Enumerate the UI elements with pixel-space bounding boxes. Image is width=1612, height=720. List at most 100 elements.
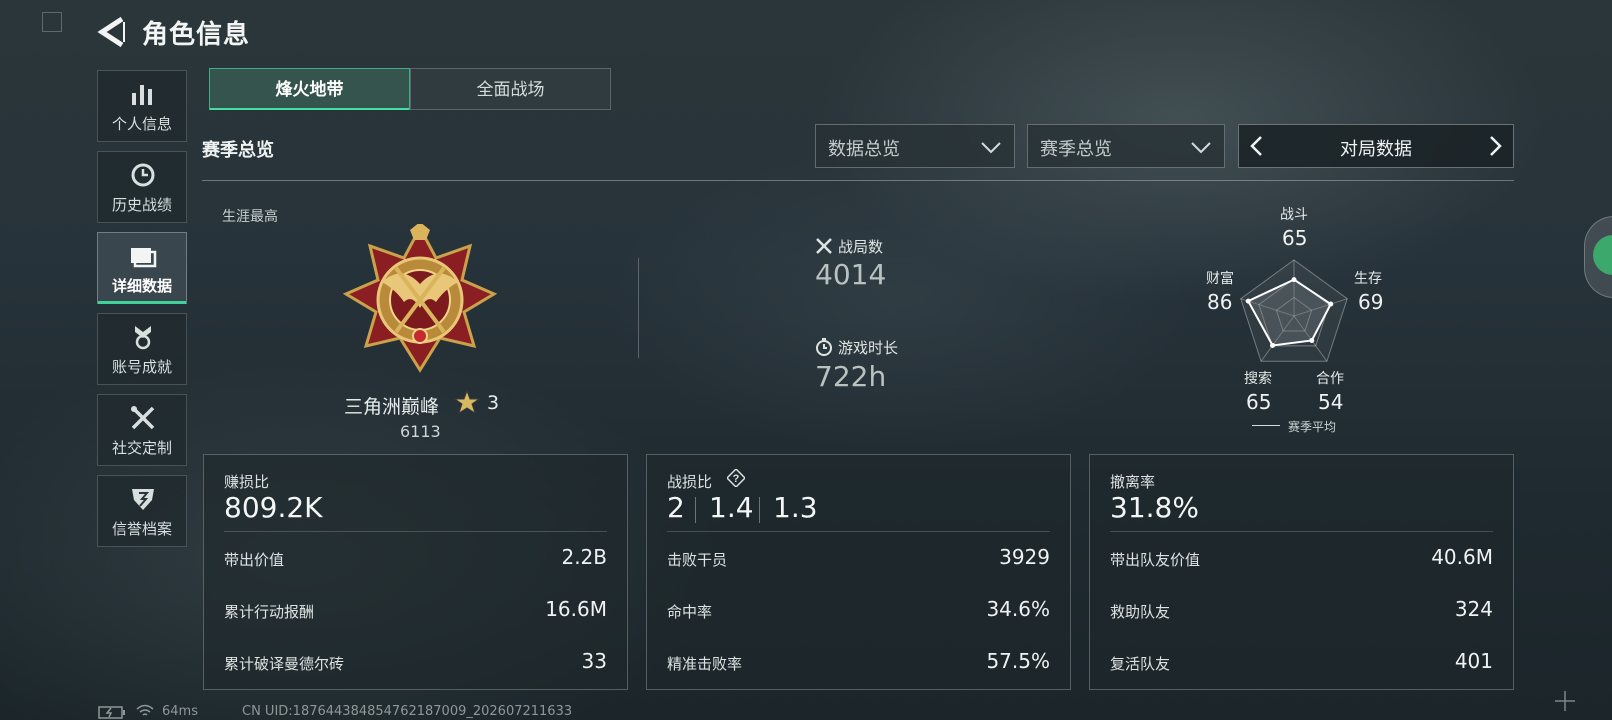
kd-card: 战损比 ? 2 1.4 1.3 击败干员 3929 命中率 34.6% 精准击败… [646,454,1071,690]
section-title: 赛季总览 [202,140,274,161]
chevron-down-icon [981,142,1001,154]
card-title: 撤离率 [1110,473,1156,491]
rank-score: 6113 [400,422,441,441]
radar-point [1245,298,1251,304]
uid-text: CN UID:1876443848547621870​09_2026072116… [242,704,573,719]
row-label: 带出队友价值 [1110,551,1201,569]
tab-warzone[interactable]: 烽火地带 [209,68,410,110]
card-divider [667,531,1050,532]
row-value: 16.6M [545,597,607,621]
radar-value-combat: 65 [1282,226,1308,250]
kd-value-1: 2 [667,491,685,524]
radar-value-cooperation: 54 [1318,390,1344,414]
sidebar-item-label: 历史战绩 [111,196,172,214]
stat-row: 命中率 34.6% [667,597,1050,625]
chevron-right-icon[interactable] [1489,135,1503,157]
radar-label-cooperation: 合作 [1316,371,1344,387]
season-dropdown[interactable]: 赛季总览 [1027,124,1225,168]
row-value: 34.6% [986,597,1050,621]
sidebar-item-detailed-data[interactable]: 详细数据 [97,232,187,304]
stat-row: 复活队友 401 [1110,649,1493,677]
dropdown-value: 数据总览 [828,139,900,160]
medal-icon [135,326,151,350]
card-title: 战损比 [667,473,713,491]
sidebar-item-label: 社交定制 [111,439,172,457]
row-value: 57.5% [986,649,1050,673]
back-arrow-icon[interactable] [96,16,126,48]
stat-row: 累计破译曼德尔砖 33 [224,649,607,677]
tab-full-battlefield[interactable]: 全面战场 [410,68,611,110]
matches-value: 4014 [815,258,887,291]
row-label: 救助队友 [1110,603,1171,621]
row-label: 带出价值 [224,551,285,569]
radar-label-survival: 生存 [1354,271,1382,287]
section-divider [202,180,1514,181]
card-main-value: 809.2K [224,491,323,524]
battery-icon [98,706,125,719]
sidebar-item-achievements[interactable]: 账号成就 [97,313,187,385]
rank-star-count: 3 [487,392,500,414]
row-value: 40.6M [1431,545,1493,569]
profit-card: 赚损比 809.2K 带出价值 2.2B 累计行动报酬 16.6M 累计破译曼德… [203,454,628,690]
radar-label-wealth: 财富 [1206,271,1234,287]
help-icon[interactable]: ? [727,469,745,487]
tools-icon [131,406,155,430]
ping-value: 64ms [162,704,198,719]
dropdown-value: 赛季总览 [1040,139,1112,160]
value-separator [695,497,696,523]
radar-point [1328,301,1334,307]
stat-row: 累计行动报酬 16.6M [224,597,607,625]
extract-card: 撤离率 31.8% 带出队友价值 40.6M 救助队友 324 复活队友 401 [1089,454,1514,690]
value-separator [759,497,760,523]
crossed-swords-icon [816,238,832,254]
stat-row: 救助队友 324 [1110,597,1493,625]
sidebar-item-label: 账号成就 [111,358,172,376]
row-label: 复活队友 [1110,655,1171,673]
svg-text:?: ? [733,473,740,485]
chevron-down-icon [1191,142,1211,154]
stat-row: 带出价值 2.2B [224,545,607,573]
chat-icon [1593,235,1612,275]
radar-value-survival: 69 [1358,290,1384,314]
row-value: 3929 [999,545,1050,569]
legend-label: 赛季平均 [1288,420,1337,434]
stat-row: 击败干员 3929 [667,545,1050,573]
stat-row: 带出队友价值 40.6M [1110,545,1493,573]
radar-point [1309,337,1315,343]
row-label: 累计行动报酬 [224,603,315,621]
wifi-icon [136,704,154,716]
sidebar-item-personal-info[interactable]: 个人信息 [97,70,187,142]
radar-label-combat: 战斗 [1280,207,1308,223]
row-value: 401 [1454,649,1493,673]
row-value: 33 [581,649,607,673]
sidebar-item-social[interactable]: 社交定制 [97,394,187,466]
sidebar-item-history[interactable]: 历史战绩 [97,151,187,223]
row-value: 2.2B [561,545,607,569]
career-best-label: 生涯最高 [222,209,278,225]
data-scope-dropdown[interactable]: 数据总览 [815,124,1015,168]
plus-icon[interactable] [1554,690,1576,712]
radar-value-wealth: 86 [1207,290,1233,314]
card-divider [1110,531,1493,532]
clock-icon [131,163,155,187]
rank-name: 三角洲巅峰 [344,396,440,418]
row-value: 324 [1454,597,1493,621]
vertical-divider [638,258,639,358]
shield-icon [132,489,154,510]
radar-point [1291,277,1297,283]
stat-row: 精准击败率 57.5% [667,649,1050,677]
sidebar-item-label: 个人信息 [111,115,172,133]
sidebar-item-label: 详细数据 [111,277,172,295]
card-main-value: 31.8% [1110,491,1199,524]
row-label: 精准击败率 [667,655,743,673]
legend-line [1252,425,1280,426]
radar-value-search: 65 [1246,390,1272,414]
sidebar-item-credit[interactable]: 信誉档案 [97,475,187,547]
kd-value-2: 1.4 [709,491,754,524]
floating-chat-button[interactable] [1584,216,1612,298]
view-switcher: 对局数据 [1238,124,1514,168]
radar-point [1270,342,1276,348]
kd-value-3: 1.3 [773,491,818,524]
bar-chart-icon [132,85,152,105]
radar-label-search: 搜索 [1244,371,1272,387]
